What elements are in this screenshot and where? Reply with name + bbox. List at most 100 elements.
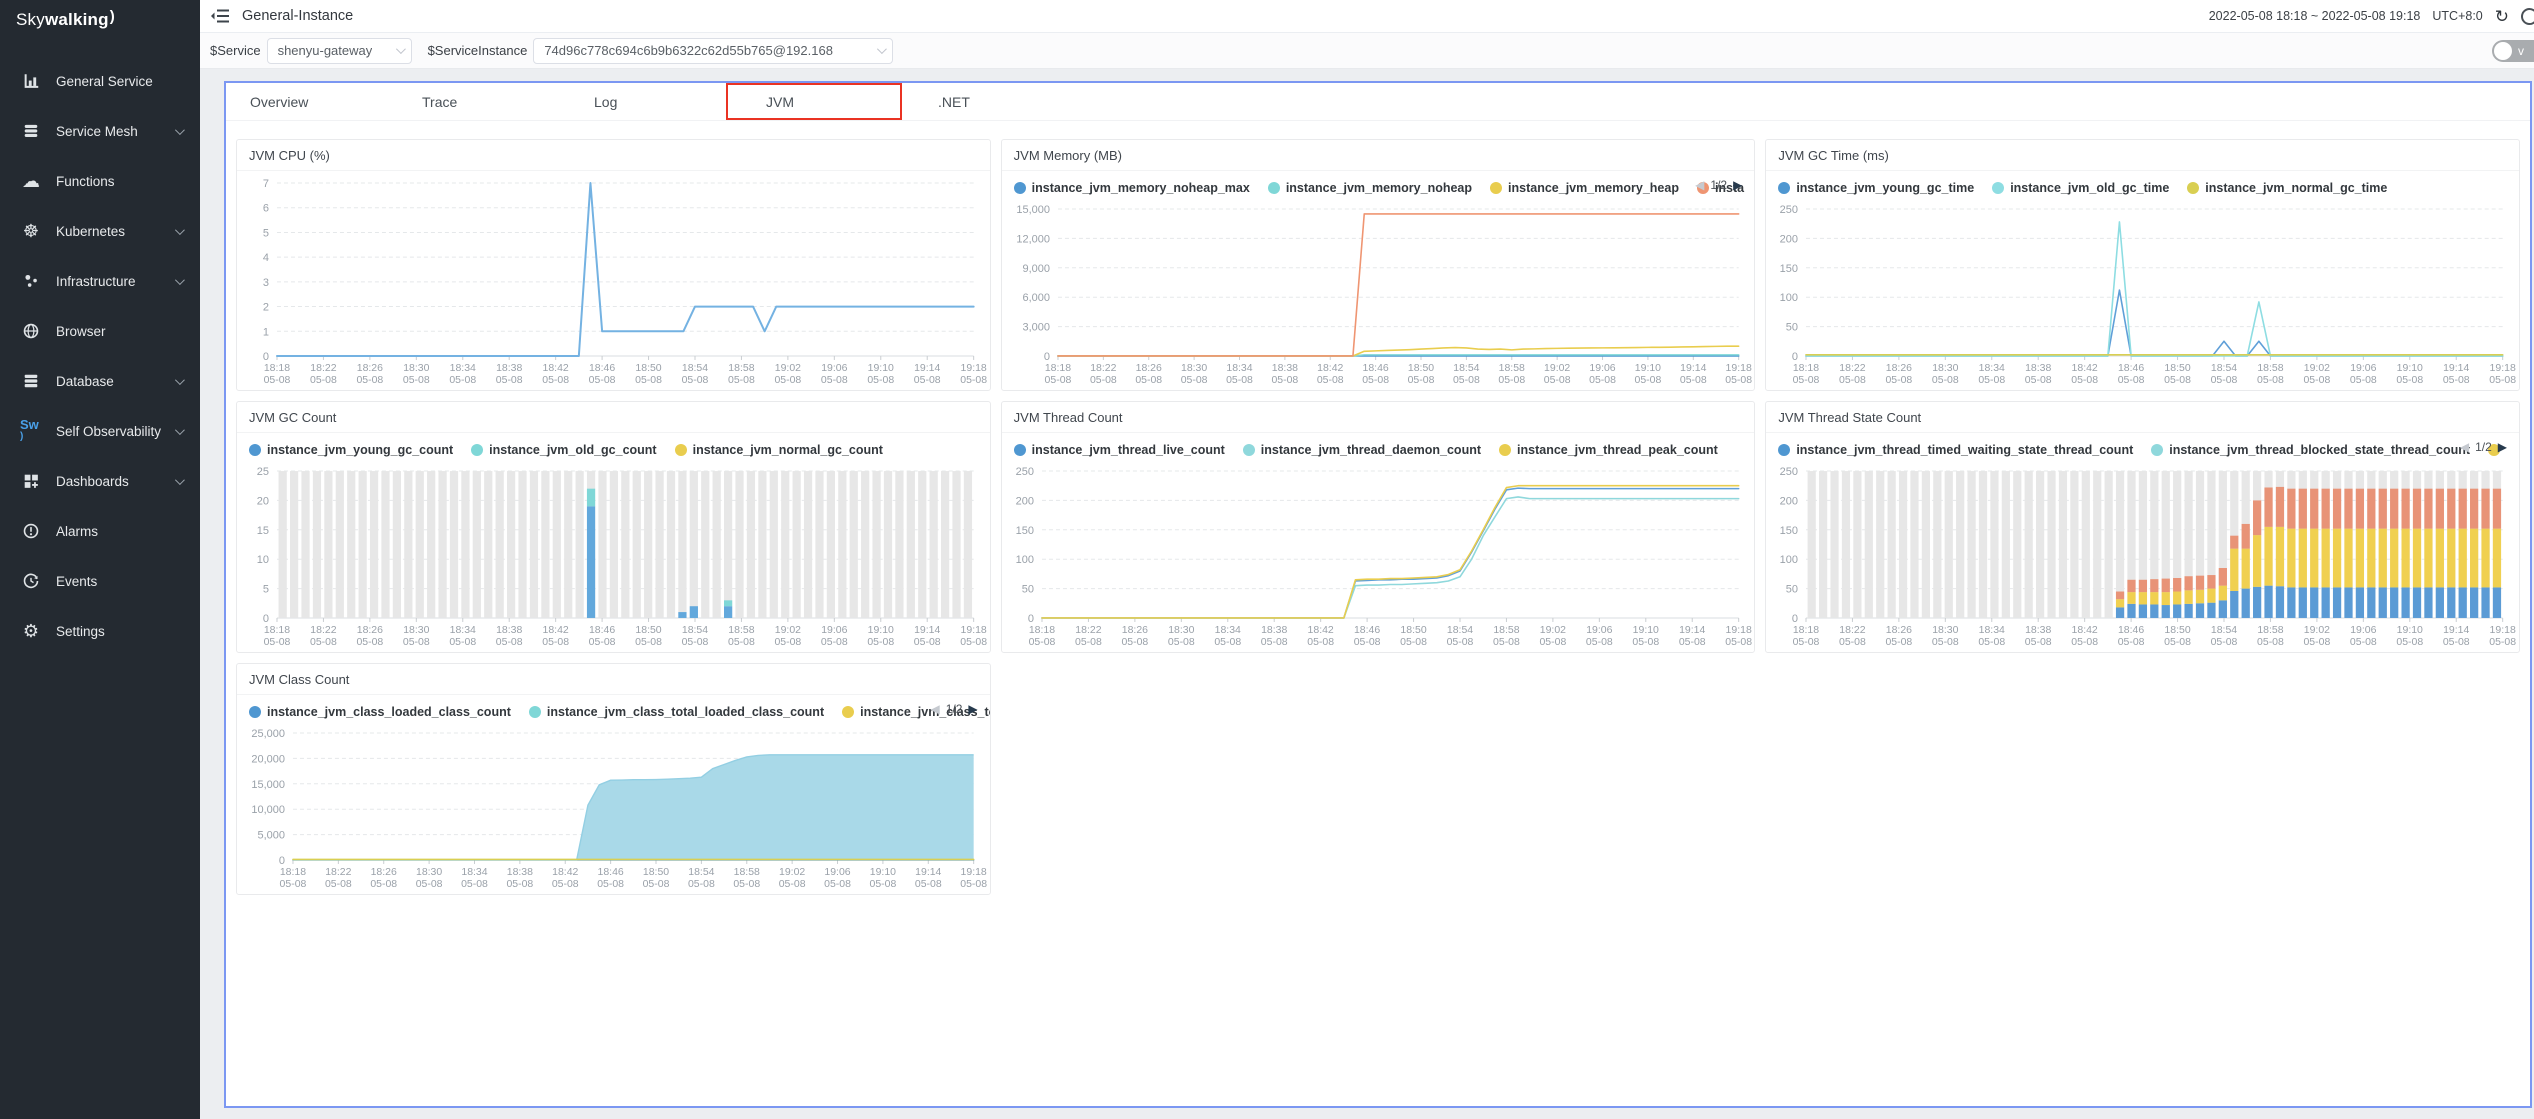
tab-log[interactable]: Log: [570, 83, 742, 120]
legend-item[interactable]: instance_jvm_old_gc_count: [471, 443, 656, 457]
sidebar-item-alarms[interactable]: Alarms: [0, 506, 200, 556]
tab-net[interactable]: .NET: [914, 83, 1086, 120]
svg-text:18:18: 18:18: [264, 363, 290, 374]
time-range[interactable]: 2022-05-08 18:18 ~ 2022-05-08 19:18: [2209, 9, 2421, 23]
legend-prev-icon[interactable]: ◀: [1695, 178, 1704, 192]
sidebar-item-database[interactable]: Database: [0, 356, 200, 406]
legend-next-icon[interactable]: ▶: [1733, 178, 1742, 192]
legend-item[interactable]: instance_jvm_normal_gc_time: [2187, 181, 2387, 195]
svg-text:200: 200: [1780, 495, 1798, 507]
legend-item[interactable]: instance_jvm_class_total_loaded_class_co…: [529, 705, 824, 719]
edit-mode-toggle[interactable]: v: [2492, 40, 2534, 62]
legend-item[interactable]: instance_jvm_memory_heap: [1490, 181, 1679, 195]
chevron-down-icon: [175, 275, 185, 285]
svg-text:18:22: 18:22: [310, 625, 336, 636]
legend-item[interactable]: instance_jvm_normal_gc_count: [675, 443, 883, 457]
svg-text:18:54: 18:54: [1453, 363, 1479, 374]
svg-text:18:18: 18:18: [1029, 625, 1055, 636]
svg-text:05-08: 05-08: [1680, 375, 1707, 386]
legend-item[interactable]: instance_jvm_memory_noheap: [1268, 181, 1472, 195]
svg-text:19:06: 19:06: [821, 363, 847, 374]
header-right: 2022-05-08 18:18 ~ 2022-05-08 19:18 UTC+…: [2209, 8, 2526, 25]
sidebar-item-functions[interactable]: ☁ Functions: [0, 156, 200, 206]
svg-text:19:18: 19:18: [961, 363, 987, 374]
svg-text:05-08: 05-08: [2490, 375, 2517, 386]
legend-item[interactable]: instance_jvm_old_gc_time: [1992, 181, 2169, 195]
svg-text:05-08: 05-08: [1979, 375, 2006, 386]
legend-label: instance_jvm_young_gc_count: [267, 443, 453, 457]
svg-text:05-08: 05-08: [728, 375, 755, 386]
legend-prev-icon[interactable]: ◀: [2460, 440, 2469, 454]
tab-overview[interactable]: Overview: [226, 83, 398, 120]
sidebar-item-browser[interactable]: Browser: [0, 306, 200, 356]
dashboards-icon: [20, 471, 42, 491]
svg-text:05-08: 05-08: [280, 879, 307, 890]
svg-text:05-08: 05-08: [2257, 637, 2284, 648]
svg-text:5: 5: [263, 227, 269, 239]
svg-text:05-08: 05-08: [821, 375, 848, 386]
sidebar-item-kubernetes[interactable]: ☸ Kubernetes: [0, 206, 200, 256]
legend-next-icon[interactable]: ▶: [968, 702, 977, 716]
tab-trace[interactable]: Trace: [398, 83, 570, 120]
dots-icon: [20, 271, 42, 291]
toggle-label: v: [2518, 44, 2524, 58]
svg-text:19:02: 19:02: [775, 625, 801, 636]
svg-text:05-08: 05-08: [1226, 375, 1253, 386]
svg-text:05-08: 05-08: [1121, 637, 1148, 648]
svg-text:05-08: 05-08: [867, 375, 894, 386]
legend-item[interactable]: instance_jvm_thread_peak_count: [1499, 443, 1718, 457]
legend-item[interactable]: instance_jvm_class_loaded_class_count: [249, 705, 511, 719]
svg-text:19:02: 19:02: [2304, 625, 2330, 636]
legend-next-icon[interactable]: ▶: [2498, 440, 2507, 454]
svg-text:05-08: 05-08: [264, 637, 291, 648]
svg-text:05-08: 05-08: [461, 879, 488, 890]
svg-text:18:26: 18:26: [1135, 363, 1161, 374]
timezone[interactable]: UTC+8:0: [2432, 9, 2482, 23]
app-logo[interactable]: Skywalking): [0, 0, 200, 40]
sidebar-item-events[interactable]: Events: [0, 556, 200, 606]
svg-text:19:14: 19:14: [2443, 363, 2469, 374]
svg-text:05-08: 05-08: [1886, 375, 1913, 386]
tab-jvm[interactable]: JVM: [742, 83, 914, 120]
sidebar-item-self-observability[interactable]: Sw) Self Observability: [0, 406, 200, 456]
legend-item[interactable]: instance_jvm_thread_blocked_state_thread…: [2151, 443, 2470, 457]
svg-text:05-08: 05-08: [356, 637, 383, 648]
refresh-icon[interactable]: ↻: [2495, 8, 2509, 25]
sidebar-item-service-mesh[interactable]: Service Mesh: [0, 106, 200, 156]
svg-text:150: 150: [1015, 525, 1033, 537]
legend-prev-icon[interactable]: ◀: [931, 702, 940, 716]
legend-item[interactable]: instance_jvm_thread_live_count: [1014, 443, 1225, 457]
svg-text:18:50: 18:50: [2165, 625, 2191, 636]
legend-pagination: ◀ 1/2 ▶: [2460, 440, 2507, 454]
svg-text:05-08: 05-08: [1539, 637, 1566, 648]
svg-text:19:02: 19:02: [1539, 625, 1565, 636]
legend-page-indicator: 1/2: [2475, 440, 2492, 454]
sidebar-item-dashboards[interactable]: Dashboards: [0, 456, 200, 506]
tab-bar: Overview Trace Log JVM .NET: [226, 83, 2530, 121]
sidebar-menu: General Service Service Mesh ☁ Functions…: [0, 56, 200, 656]
sidebar-item-general-service[interactable]: General Service: [0, 56, 200, 106]
svg-text:05-08: 05-08: [542, 375, 569, 386]
sidebar-item-infrastructure[interactable]: Infrastructure: [0, 256, 200, 306]
svg-text:12,000: 12,000: [1016, 233, 1050, 245]
svg-text:19:18: 19:18: [961, 625, 987, 636]
svg-text:5: 5: [263, 584, 269, 596]
svg-text:19:18: 19:18: [2490, 625, 2516, 636]
legend-item[interactable]: instance_jvm_memory_noheap_max: [1014, 181, 1250, 195]
auto-refresh-icon[interactable]: [2521, 8, 2534, 25]
chevron-down-icon: [175, 225, 185, 235]
chart-canvas: 05,00010,00015,00020,00025,00018:1805-08…: [237, 721, 990, 894]
svg-text:05-08: 05-08: [914, 637, 941, 648]
sidebar-item-settings[interactable]: ⚙ Settings: [0, 606, 200, 656]
svg-text:18:46: 18:46: [2118, 625, 2144, 636]
legend-item[interactable]: instance_jvm_thread_timed_waiting_state_…: [1778, 443, 2133, 457]
service-instance-select[interactable]: 74d96c778c694c6b9b6322c62d55b765@192.168: [533, 38, 893, 64]
legend-item[interactable]: instance_jvm_young_gc_count: [249, 443, 453, 457]
legend-item[interactable]: instance_jvm_thread_daemon_count: [1243, 443, 1481, 457]
legend-item[interactable]: instance_jvm_young_gc_time: [1778, 181, 1974, 195]
svg-text:19:14: 19:14: [914, 625, 940, 636]
service-select[interactable]: shenyu-gateway: [267, 38, 412, 64]
svg-text:18:34: 18:34: [450, 363, 476, 374]
svg-text:05-08: 05-08: [403, 375, 430, 386]
collapse-sidebar-icon[interactable]: [210, 7, 232, 25]
